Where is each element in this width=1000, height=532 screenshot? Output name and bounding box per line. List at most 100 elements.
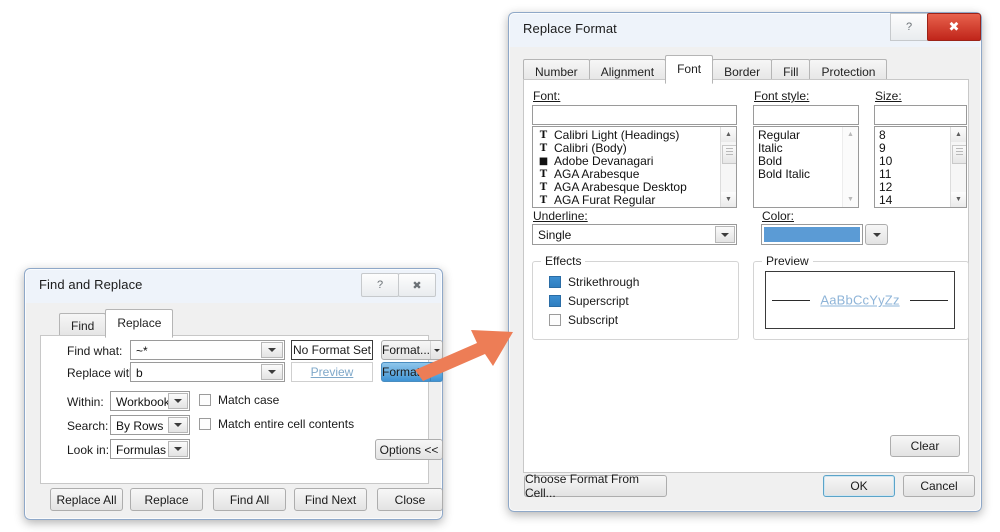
match-entire-checkbox[interactable]	[199, 418, 211, 430]
list-item[interactable]: T AGA Furat Regular	[533, 194, 720, 207]
options-button[interactable]: Options <<	[375, 439, 443, 460]
size-listbox[interactable]: 8 9 10 11 12 14 ▲ ▼	[874, 126, 967, 208]
within-label: Within:	[67, 395, 104, 409]
no-format-set-display: No Format Set	[291, 340, 373, 360]
help-icon[interactable]: ?	[361, 273, 399, 297]
underline-label-text: Underline:	[533, 209, 588, 223]
close-icon[interactable]: ✖	[398, 273, 436, 297]
subscript-checkbox-row[interactable]: Subscript	[549, 313, 618, 327]
superscript-label: Superscript	[568, 294, 629, 308]
scrollbar-thumb[interactable]	[952, 145, 966, 164]
close-icon[interactable]: ✖	[927, 13, 981, 41]
list-item[interactable]: Bold Italic	[754, 168, 842, 181]
search-select[interactable]: By Rows	[110, 415, 190, 435]
tab-replace[interactable]: Replace	[105, 309, 174, 338]
scroll-up-icon[interactable]: ▲	[843, 127, 858, 142]
format-button-find-label: Format...	[382, 343, 431, 357]
font-list-scrollbar[interactable]: ▲ ▼	[720, 127, 736, 207]
replace-format-titlebar[interactable]: Replace Format ? ✖	[509, 13, 981, 47]
scroll-up-icon[interactable]: ▲	[951, 127, 966, 142]
underline-label: Underline:	[533, 209, 588, 223]
close-button-footer[interactable]: Close	[377, 488, 443, 511]
within-dropdown-button[interactable]	[168, 393, 188, 409]
strikethrough-label: Strikethrough	[568, 275, 640, 289]
match-case-checkbox-row[interactable]: Match case	[199, 393, 279, 407]
font-listbox[interactable]: T Calibri Light (Headings) T Calibri (Bo…	[532, 126, 737, 208]
font-style-label-text: Font style:	[754, 89, 810, 103]
truetype-icon: T	[539, 169, 548, 180]
replace-all-button[interactable]: Replace All	[50, 488, 123, 511]
search-label: Search:	[67, 419, 109, 433]
search-dropdown-button[interactable]	[168, 417, 188, 433]
find-replace-title: Find and Replace	[39, 277, 143, 292]
truetype-icon: T	[539, 143, 548, 154]
size-list-scrollbar[interactable]: ▲ ▼	[950, 127, 966, 207]
find-next-button[interactable]: Find Next	[294, 488, 367, 511]
within-value: Workbook	[116, 395, 170, 409]
chevron-down-icon	[433, 348, 440, 352]
format-button-replace-caret[interactable]	[430, 363, 442, 381]
replace-with-label: Replace with:	[67, 366, 140, 380]
match-case-checkbox[interactable]	[199, 394, 211, 406]
effects-group-title: Effects	[541, 254, 586, 268]
replace-format-title: Replace Format	[523, 21, 617, 36]
find-replace-titlebar[interactable]: Find and Replace ? ✖	[25, 269, 442, 303]
strikethrough-checkbox-row[interactable]: Strikethrough	[549, 275, 639, 289]
find-replace-tabstrip: Find Replace	[59, 309, 174, 339]
underline-dropdown-button[interactable]	[715, 226, 735, 243]
color-dropdown-button[interactable]	[865, 224, 888, 245]
chevron-down-icon	[872, 232, 881, 237]
underline-select[interactable]: Single	[532, 224, 737, 245]
preview-sample-text: AaBbCcYyZz	[820, 292, 900, 308]
look-in-value: Formulas	[116, 443, 167, 457]
look-in-dropdown-button[interactable]	[168, 441, 188, 457]
font-style-label: Font style:	[754, 89, 809, 103]
font-label-text: Font:	[533, 89, 561, 103]
tab-font[interactable]: Font	[665, 55, 714, 84]
truetype-icon: T	[539, 182, 548, 193]
replace-with-input[interactable]: b	[130, 362, 285, 382]
replace-with-dropdown-button[interactable]	[261, 364, 283, 380]
find-what-input[interactable]: ~*	[130, 340, 285, 360]
help-icon[interactable]: ?	[890, 13, 928, 41]
font-name: AGA Furat Regular	[554, 193, 656, 207]
ok-button[interactable]: OK	[823, 475, 895, 497]
scroll-up-icon[interactable]: ▲	[721, 127, 736, 142]
replace-format-titlebar-buttons: ? ✖	[890, 13, 981, 41]
font-style-scrollbar[interactable]: ▲ ▼	[842, 127, 858, 207]
size-input[interactable]	[874, 105, 967, 125]
find-all-button[interactable]: Find All	[213, 488, 286, 511]
within-select[interactable]: Workbook	[110, 391, 190, 411]
scrollbar-thumb[interactable]	[722, 145, 736, 164]
list-item[interactable]: 14	[875, 194, 950, 207]
chevron-down-icon	[174, 423, 182, 427]
find-what-dropdown-button[interactable]	[261, 342, 283, 358]
search-value: By Rows	[116, 419, 164, 433]
replace-button[interactable]: Replace	[130, 488, 203, 511]
scroll-down-icon[interactable]: ▼	[721, 192, 736, 207]
subscript-checkbox[interactable]	[549, 314, 561, 326]
look-in-select[interactable]: Formulas	[110, 439, 190, 459]
superscript-checkbox[interactable]	[549, 295, 561, 307]
font-input[interactable]	[532, 105, 737, 125]
strikethrough-checkbox[interactable]	[549, 276, 561, 288]
format-button-find[interactable]: Format...	[381, 340, 443, 360]
truetype-icon: T	[539, 195, 548, 206]
scroll-down-icon[interactable]: ▼	[951, 192, 966, 207]
format-button-replace[interactable]: Format...	[381, 362, 443, 382]
cancel-button[interactable]: Cancel	[903, 475, 975, 497]
match-entire-label: Match entire cell contents	[218, 417, 355, 431]
font-style-input[interactable]	[753, 105, 859, 125]
replace-with-value: b	[136, 366, 143, 380]
clear-button[interactable]: Clear	[890, 435, 960, 457]
list-item[interactable]: 8	[875, 129, 950, 142]
superscript-checkbox-row[interactable]: Superscript	[549, 294, 629, 308]
choose-format-from-cell-button[interactable]: Choose Format From Cell...	[524, 472, 667, 500]
color-picker[interactable]	[761, 224, 863, 245]
format-button-find-caret[interactable]	[430, 341, 442, 359]
look-in-label: Look in:	[67, 443, 110, 457]
scroll-down-icon[interactable]: ▼	[843, 192, 858, 207]
find-what-label: Find what:	[67, 344, 123, 358]
match-entire-checkbox-row[interactable]: Match entire cell contents	[199, 417, 354, 431]
font-style-listbox[interactable]: Regular Italic Bold Bold Italic ▲ ▼	[753, 126, 859, 208]
